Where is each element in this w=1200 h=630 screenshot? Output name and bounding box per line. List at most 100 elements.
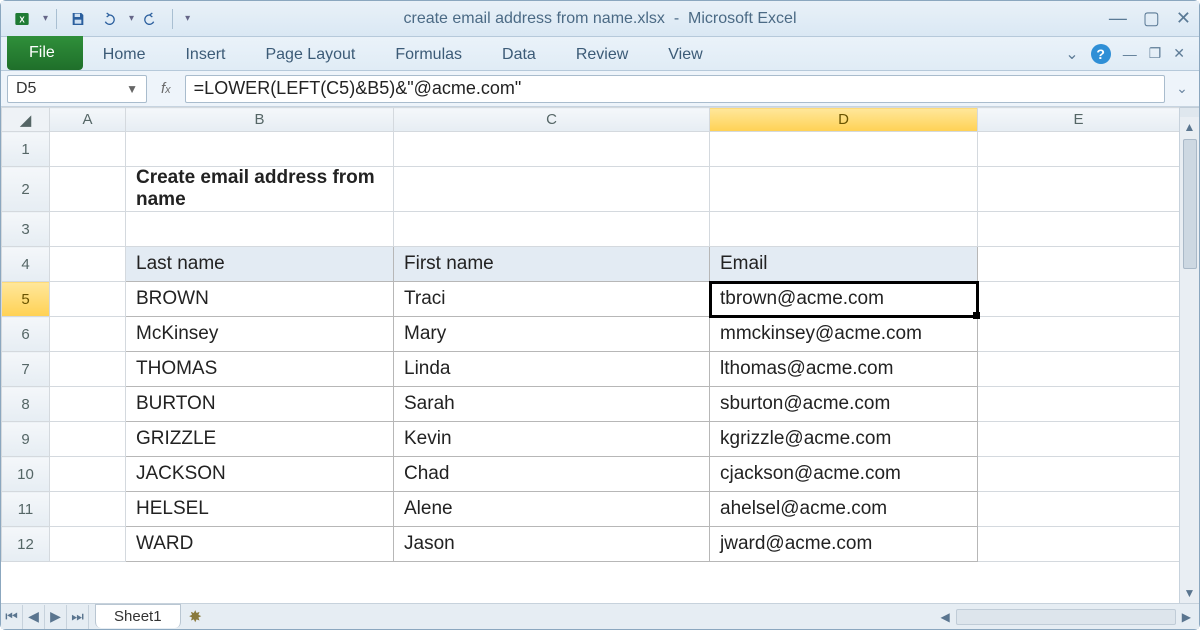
ribbon-tab-home[interactable]: Home [83,37,166,70]
save-icon[interactable] [65,6,91,32]
cell-C7[interactable]: Linda [394,352,710,387]
cell-C8[interactable]: Sarah [394,387,710,422]
prev-sheet-icon[interactable]: ◀ [23,605,45,629]
formula-bar-expand-icon[interactable]: ⌄ [1171,80,1193,97]
cell-E3[interactable] [978,212,1180,247]
hscroll-track[interactable] [956,609,1176,625]
cell-E6[interactable] [978,317,1180,352]
cell-C9[interactable]: Kevin [394,422,710,457]
ribbon-tab-review[interactable]: Review [556,37,648,70]
help-icon[interactable]: ? [1091,44,1111,64]
cell-B2[interactable]: Create email address from name [126,167,394,212]
row-header-1[interactable]: 1 [2,132,50,167]
name-box-dropdown-icon[interactable]: ▼ [126,82,138,96]
split-handle[interactable] [1180,107,1199,117]
cell-D12[interactable]: jward@acme.com [710,527,978,562]
ribbon-tab-formulas[interactable]: Formulas [375,37,482,70]
cell-E5[interactable] [978,282,1180,317]
cell-D6[interactable]: mmckinsey@acme.com [710,317,978,352]
name-box[interactable]: D5 ▼ [7,75,147,103]
cell-C1[interactable] [394,132,710,167]
cell-C11[interactable]: Alene [394,492,710,527]
cell-A5[interactable] [50,282,126,317]
cell-A3[interactable] [50,212,126,247]
cell-A7[interactable] [50,352,126,387]
cell-B12[interactable]: WARD [126,527,394,562]
redo-icon[interactable] [138,6,164,32]
new-sheet-icon[interactable]: ✸ [189,607,202,627]
scroll-left-icon[interactable]: ◀ [937,610,954,624]
row-header-9[interactable]: 9 [2,422,50,457]
cell-A2[interactable] [50,167,126,212]
col-header-E[interactable]: E [978,108,1180,132]
undo-icon[interactable] [95,6,121,32]
horizontal-scrollbar[interactable]: ◀ ▶ [937,607,1199,627]
col-header-A[interactable]: A [50,108,126,132]
sheet-tab-active[interactable]: Sheet1 [95,604,181,628]
cell-E12[interactable] [978,527,1180,562]
cell-E10[interactable] [978,457,1180,492]
ribbon-tab-page-layout[interactable]: Page Layout [245,37,375,70]
cell-A9[interactable] [50,422,126,457]
cell-B6[interactable]: McKinsey [126,317,394,352]
cell-E7[interactable] [978,352,1180,387]
cell-E4[interactable] [978,247,1180,282]
cell-B8[interactable]: BURTON [126,387,394,422]
cell-D1[interactable] [710,132,978,167]
row-header-10[interactable]: 10 [2,457,50,492]
scroll-right-icon[interactable]: ▶ [1178,610,1195,624]
cell-A8[interactable] [50,387,126,422]
cell-B7[interactable]: THOMAS [126,352,394,387]
cell-D5[interactable]: tbrown@acme.com [710,282,978,317]
cell-E11[interactable] [978,492,1180,527]
row-header-4[interactable]: 4 [2,247,50,282]
cell-D7[interactable]: lthomas@acme.com [710,352,978,387]
row-header-8[interactable]: 8 [2,387,50,422]
cell-C6[interactable]: Mary [394,317,710,352]
window-restore-icon[interactable]: — [1123,46,1137,62]
cell-A11[interactable] [50,492,126,527]
scroll-down-icon[interactable]: ▼ [1184,583,1196,603]
mdi-restore-icon[interactable]: ❐ [1149,45,1162,62]
undo-dropdown-icon[interactable]: ▾ [129,13,134,24]
row-header-11[interactable]: 11 [2,492,50,527]
customize-qat-icon[interactable]: ▾ [185,13,190,24]
row-header-3[interactable]: 3 [2,212,50,247]
maximize-icon[interactable]: ▢ [1143,8,1160,29]
minimize-icon[interactable]: — [1109,8,1127,29]
row-header-6[interactable]: 6 [2,317,50,352]
col-header-B[interactable]: B [126,108,394,132]
cell-D9[interactable]: kgrizzle@acme.com [710,422,978,457]
qat-dropdown-icon[interactable]: ▾ [43,13,48,24]
ribbon-tab-insert[interactable]: Insert [165,37,245,70]
ribbon-minimize-icon[interactable]: ⌄ [1065,44,1078,64]
file-tab[interactable]: File [7,36,83,70]
cell-E8[interactable] [978,387,1180,422]
row-header-12[interactable]: 12 [2,527,50,562]
cell-E2[interactable] [978,167,1180,212]
cell-D11[interactable]: ahelsel@acme.com [710,492,978,527]
next-sheet-icon[interactable]: ▶ [45,605,67,629]
cell-B5[interactable]: BROWN [126,282,394,317]
row-header-5[interactable]: 5 [2,282,50,317]
ribbon-tab-data[interactable]: Data [482,37,556,70]
cell-B3[interactable] [126,212,394,247]
excel-icon[interactable]: X [9,6,35,32]
cell-B4[interactable]: Last name [126,247,394,282]
cell-D3[interactable] [710,212,978,247]
last-sheet-icon[interactable]: ⏭ [67,605,89,629]
row-header-7[interactable]: 7 [2,352,50,387]
cell-D4[interactable]: Email [710,247,978,282]
spreadsheet-grid[interactable]: ◢ ABCDE 12Create email address from name… [1,107,1179,562]
cell-B1[interactable] [126,132,394,167]
select-all-corner[interactable]: ◢ [2,108,50,132]
cell-D10[interactable]: cjackson@acme.com [710,457,978,492]
col-header-D[interactable]: D [710,108,978,132]
fx-icon[interactable]: fx [153,80,179,97]
first-sheet-icon[interactable]: ⏮ [1,605,23,629]
formula-input[interactable]: =LOWER(LEFT(C5)&B5)&"@acme.com" [185,75,1165,103]
cell-C3[interactable] [394,212,710,247]
cell-A1[interactable] [50,132,126,167]
vertical-scrollbar[interactable]: ▲ ▼ [1179,107,1199,603]
cell-C4[interactable]: First name [394,247,710,282]
